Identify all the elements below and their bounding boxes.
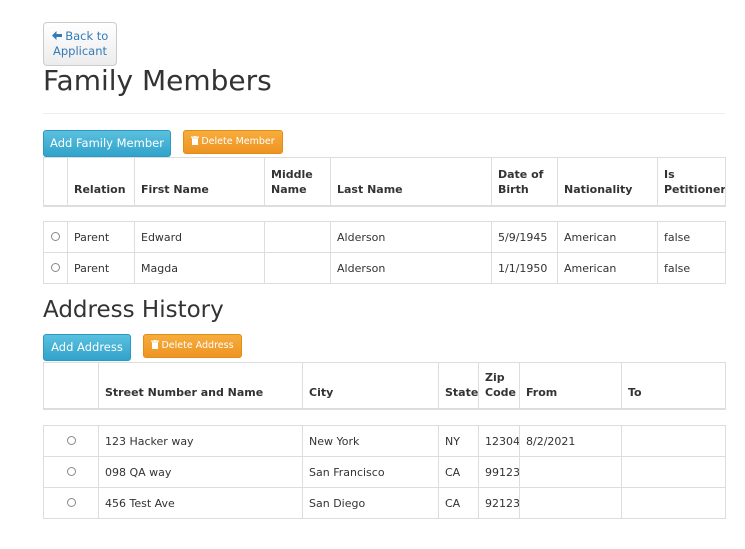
- column-nationality[interactable]: Nationality: [557, 157, 658, 207]
- add-family-member-button[interactable]: Add Family Member: [43, 130, 171, 157]
- cell-zip-code: 92123: [478, 487, 520, 519]
- trash-icon: [151, 336, 160, 358]
- cell-to: [621, 456, 726, 488]
- column-select: [43, 157, 68, 207]
- page: Back to Applicant Family Members Add Fam…: [0, 0, 745, 549]
- cell-is-petitioner: false: [657, 221, 726, 253]
- cell-city: New York: [302, 425, 439, 457]
- column-from[interactable]: From: [519, 362, 622, 410]
- cell-state: CA: [438, 456, 479, 488]
- column-first-name[interactable]: First Name: [134, 157, 265, 207]
- column-street[interactable]: Street Number and Name: [98, 362, 303, 410]
- cell-to: [621, 425, 726, 457]
- cell-date-of-birth: 5/9/1945: [491, 221, 558, 253]
- column-is-petitioner[interactable]: Is Petitioner: [657, 157, 726, 207]
- cell-nationality: American: [557, 221, 658, 253]
- cell-middle-name: [264, 252, 331, 284]
- cell-relation: Parent: [67, 221, 135, 253]
- cell-from: [519, 487, 622, 519]
- cell-city: San Diego: [302, 487, 439, 519]
- cell-zip-code: 99123: [478, 456, 520, 488]
- address-history-header: Street Number and Name City State Zip Co…: [43, 362, 726, 410]
- back-to-applicant-button[interactable]: Back to Applicant: [43, 22, 117, 66]
- cell-from: 8/2/2021: [519, 425, 622, 457]
- table-row[interactable]: Parent Edward Alderson 5/9/1945 American…: [43, 221, 726, 253]
- row-select-radio[interactable]: [51, 231, 60, 241]
- row-select-radio[interactable]: [66, 435, 76, 445]
- column-last-name[interactable]: Last Name: [330, 157, 492, 207]
- cell-last-name: Alderson: [330, 252, 492, 284]
- row-select-radio[interactable]: [66, 497, 76, 507]
- column-relation[interactable]: Relation: [67, 157, 135, 207]
- cell-city: San Francisco: [302, 456, 439, 488]
- delete-member-label: Delete Member: [201, 136, 275, 147]
- arrow-left-icon: [51, 30, 66, 43]
- row-select-radio[interactable]: [66, 466, 76, 476]
- back-button-label-line2: Applicant: [52, 44, 108, 58]
- cell-date-of-birth: 1/1/1950: [491, 252, 558, 284]
- add-address-button[interactable]: Add Address: [43, 334, 131, 361]
- cell-to: [621, 487, 726, 519]
- family-members-header: Relation First Name Middle Name Last Nam…: [43, 157, 726, 207]
- table-row[interactable]: 123 Hacker way New York NY 12304 8/2/202…: [43, 425, 726, 457]
- cell-state: NY: [438, 425, 479, 457]
- cell-street: 123 Hacker way: [98, 425, 303, 457]
- delete-address-button[interactable]: Delete Address: [143, 334, 242, 358]
- family-members-table: Parent Edward Alderson 5/9/1945 American…: [43, 221, 726, 284]
- table-row[interactable]: Parent Magda Alderson 1/1/1950 American …: [43, 252, 726, 284]
- cell-first-name: Edward: [134, 221, 265, 253]
- back-button-label-line1: Back to: [65, 29, 109, 43]
- cell-relation: Parent: [67, 252, 135, 284]
- cell-last-name: Alderson: [330, 221, 492, 253]
- column-state[interactable]: State: [438, 362, 479, 410]
- trash-icon: [191, 132, 200, 154]
- column-select: [43, 362, 99, 410]
- column-to[interactable]: To: [621, 362, 726, 410]
- column-date-of-birth[interactable]: Date of Birth: [491, 157, 558, 207]
- delete-address-label: Delete Address: [161, 340, 234, 351]
- page-title: Family Members: [43, 64, 272, 97]
- column-middle-name[interactable]: Middle Name: [264, 157, 331, 207]
- table-row[interactable]: 098 QA way San Francisco CA 99123: [43, 456, 726, 488]
- cell-street: 098 QA way: [98, 456, 303, 488]
- column-city[interactable]: City: [302, 362, 439, 410]
- cell-is-petitioner: false: [657, 252, 726, 284]
- cell-state: CA: [438, 487, 479, 519]
- delete-member-button[interactable]: Delete Member: [183, 130, 283, 154]
- cell-nationality: American: [557, 252, 658, 284]
- cell-first-name: Magda: [134, 252, 265, 284]
- column-zip-code[interactable]: Zip Code: [478, 362, 520, 410]
- row-select-radio[interactable]: [51, 262, 60, 272]
- cell-zip-code: 12304: [478, 425, 520, 457]
- cell-street: 456 Test Ave: [98, 487, 303, 519]
- table-row[interactable]: 456 Test Ave San Diego CA 92123: [43, 487, 726, 519]
- divider: [43, 113, 725, 114]
- address-history-table: 123 Hacker way New York NY 12304 8/2/202…: [43, 425, 726, 519]
- cell-from: [519, 456, 622, 488]
- cell-middle-name: [264, 221, 331, 253]
- address-history-title: Address History: [43, 297, 224, 323]
